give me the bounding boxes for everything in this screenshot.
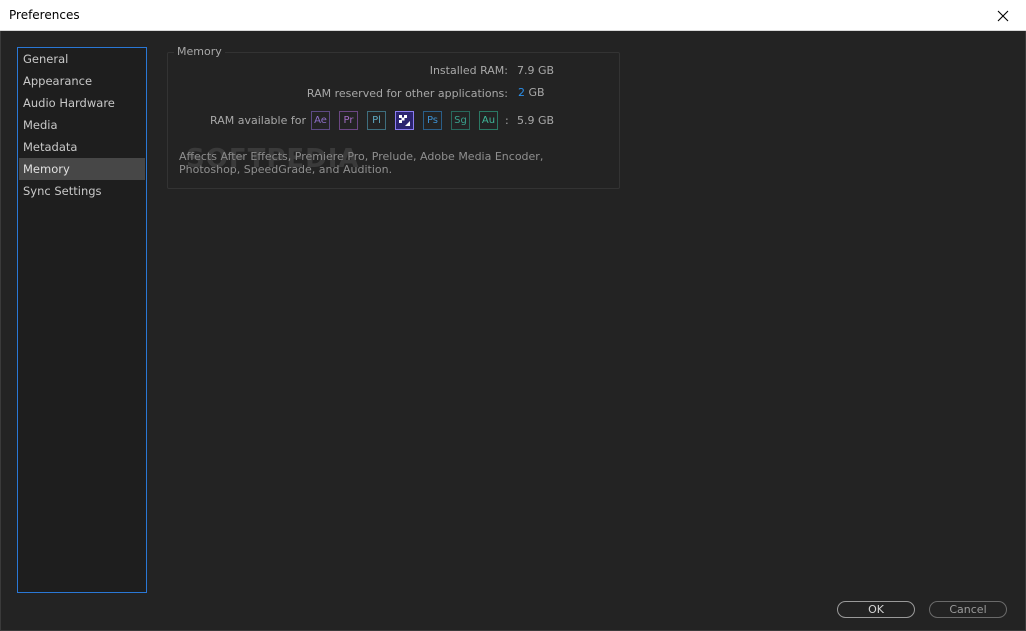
media-encoder-glyph bbox=[399, 115, 410, 126]
audition-abbr: Au bbox=[481, 115, 496, 126]
sidebar-item-sync-settings[interactable]: Sync Settings bbox=[19, 180, 145, 202]
sidebar-item-memory[interactable]: Memory bbox=[19, 158, 145, 180]
installed-ram-value: 7.9 GB bbox=[517, 64, 555, 77]
audition-icon[interactable]: Au bbox=[479, 111, 498, 130]
title-bar: Preferences bbox=[0, 0, 1026, 31]
reserved-ram-label: RAM reserved for other applications: bbox=[306, 87, 508, 100]
after-effects-abbr: Ae bbox=[314, 115, 327, 126]
premiere-pro-icon[interactable]: Pr bbox=[339, 111, 358, 130]
photoshop-icon[interactable]: Ps bbox=[423, 111, 442, 130]
premiere-pro-abbr: Pr bbox=[343, 115, 354, 126]
sidebar-item-audio-hardware[interactable]: Audio Hardware bbox=[19, 92, 145, 114]
speedgrade-abbr: Sg bbox=[454, 115, 467, 126]
cancel-button[interactable]: Cancel bbox=[929, 601, 1007, 618]
window-title: Preferences bbox=[9, 8, 80, 22]
after-effects-icon[interactable]: Ae bbox=[311, 111, 330, 130]
sidebar-item-general[interactable]: General bbox=[19, 48, 145, 70]
ram-available-separator: : bbox=[505, 114, 509, 127]
memory-group-label: Memory bbox=[174, 45, 225, 58]
sidebar-item-appearance[interactable]: Appearance bbox=[19, 70, 145, 92]
reserved-ram-unit: GB bbox=[528, 86, 545, 99]
ok-button[interactable]: OK bbox=[837, 601, 915, 618]
sidebar-item-metadata[interactable]: Metadata bbox=[19, 136, 145, 158]
sidebar-item-media[interactable]: Media bbox=[19, 114, 145, 136]
preferences-sidebar: General Appearance Audio Hardware Media … bbox=[17, 47, 147, 593]
prelude-icon[interactable]: Pl bbox=[367, 111, 386, 130]
ram-available-value: 5.9 GB bbox=[517, 114, 555, 127]
memory-description: Affects After Effects, Premiere Pro, Pre… bbox=[179, 150, 544, 176]
media-encoder-icon[interactable] bbox=[395, 111, 414, 130]
ram-available-label: RAM available for bbox=[210, 114, 306, 127]
installed-ram-label: Installed RAM: bbox=[429, 64, 508, 77]
close-icon bbox=[997, 10, 1009, 21]
prelude-abbr: Pl bbox=[372, 115, 381, 126]
speedgrade-icon[interactable]: Sg bbox=[451, 111, 470, 130]
reserved-ram-value[interactable]: 2 bbox=[518, 86, 525, 99]
close-button[interactable] bbox=[980, 0, 1026, 31]
reserved-ram-field[interactable]: 2 GB bbox=[518, 86, 545, 99]
photoshop-abbr: Ps bbox=[426, 115, 439, 126]
